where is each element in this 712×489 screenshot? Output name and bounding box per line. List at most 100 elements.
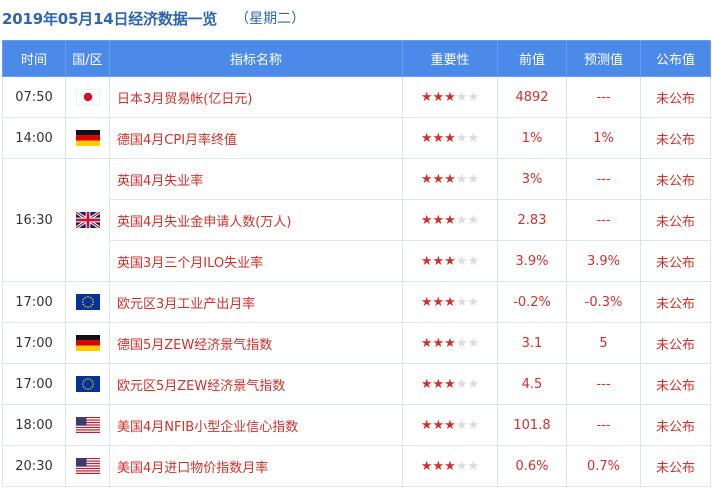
star-filled-icon: ★ xyxy=(432,417,445,433)
region-cell xyxy=(65,281,110,323)
germany-flag-icon xyxy=(75,130,100,146)
forecast-value: 1% xyxy=(566,117,641,159)
importance-rating: ★★★★★ xyxy=(402,445,498,487)
time-cell: 14:00 xyxy=(2,117,66,159)
star-empty-icon: ★ xyxy=(467,171,480,187)
uk-flag-icon xyxy=(74,210,101,230)
region-cell xyxy=(65,322,110,364)
star-filled-icon: ★ xyxy=(432,171,445,187)
importance-rating: ★★★★★ xyxy=(402,404,498,446)
table-header-row: 时间 国/区 指标名称 重要性 前值 预测值 公布值 xyxy=(2,40,711,77)
star-empty-icon: ★ xyxy=(467,253,480,269)
star-filled-icon: ★ xyxy=(432,376,445,392)
column-header-region: 国/区 xyxy=(65,40,110,77)
star-filled-icon: ★ xyxy=(432,130,445,146)
region-cell xyxy=(65,76,110,118)
title-bar: 2019年05月14日经济数据一览 （星期二） xyxy=(2,0,710,36)
indicator-name[interactable]: 英国4月失业率 xyxy=(109,158,403,200)
previous-value: 2.83 xyxy=(497,199,567,241)
star-filled-icon: ★ xyxy=(444,89,456,105)
star-filled-icon: ★ xyxy=(420,294,433,310)
forecast-value: --- xyxy=(566,363,641,405)
column-header-previous: 前值 xyxy=(497,40,567,77)
eu-flag-icon xyxy=(75,376,100,392)
forecast-value: --- xyxy=(566,199,641,241)
star-filled-icon: ★ xyxy=(420,171,433,187)
actual-value: 未公布 xyxy=(640,363,711,405)
star-filled-icon: ★ xyxy=(444,212,456,228)
star-empty-icon: ★ xyxy=(455,294,468,310)
table-row: 英国3月三个月ILO失业率 ★★★★★ 3.9% 3.9% 未公布 xyxy=(3,240,711,282)
star-empty-icon: ★ xyxy=(455,417,468,433)
previous-value: 101.8 xyxy=(497,404,567,446)
forecast-value: 5 xyxy=(566,322,641,364)
region-cell xyxy=(65,404,110,446)
star-filled-icon: ★ xyxy=(432,212,445,228)
star-filled-icon: ★ xyxy=(444,130,456,146)
time-cell: 18:00 xyxy=(2,404,66,446)
star-empty-icon: ★ xyxy=(455,335,468,351)
star-filled-icon: ★ xyxy=(420,376,433,392)
column-header-importance: 重要性 xyxy=(402,40,498,77)
star-empty-icon: ★ xyxy=(455,376,468,392)
star-filled-icon: ★ xyxy=(420,89,433,105)
time-cell: 16:30 xyxy=(2,158,66,282)
importance-rating: ★★★★★ xyxy=(402,76,498,118)
indicator-name[interactable]: 德国5月ZEW经济景气指数 xyxy=(109,322,403,364)
column-header-indicator: 指标名称 xyxy=(109,40,403,77)
usa-flag-icon xyxy=(75,417,100,433)
star-empty-icon: ★ xyxy=(455,458,468,474)
star-filled-icon: ★ xyxy=(420,335,433,351)
time-cell: 07:50 xyxy=(2,76,66,118)
weekday-label: （星期二） xyxy=(235,11,306,27)
importance-rating: ★★★★★ xyxy=(402,363,498,405)
star-filled-icon: ★ xyxy=(432,253,445,269)
indicator-name[interactable]: 欧元区3月工业产出月率 xyxy=(109,281,403,323)
star-filled-icon: ★ xyxy=(444,253,456,269)
previous-value: 3.1 xyxy=(497,322,567,364)
previous-value: 0.6% xyxy=(497,445,567,487)
star-empty-icon: ★ xyxy=(455,253,468,269)
previous-value: 3.9% xyxy=(497,240,567,282)
indicator-name[interactable]: 英国3月三个月ILO失业率 xyxy=(109,240,403,282)
star-filled-icon: ★ xyxy=(432,335,445,351)
indicator-name[interactable]: 美国4月进口物价指数月率 xyxy=(109,445,403,487)
forecast-value: --- xyxy=(566,404,641,446)
indicator-name[interactable]: 英国4月失业金申请人数(万人) xyxy=(109,199,403,241)
forecast-value: -0.3% xyxy=(566,281,641,323)
star-filled-icon: ★ xyxy=(444,335,456,351)
region-cell xyxy=(65,117,110,159)
importance-rating: ★★★★★ xyxy=(402,158,498,200)
forecast-value: 3.9% xyxy=(566,240,641,282)
time-cell: 20:30 xyxy=(2,445,66,487)
time-cell: 17:00 xyxy=(2,363,66,405)
page-title: 2019年05月14日经济数据一览 xyxy=(2,9,218,28)
indicator-name[interactable]: 欧元区5月ZEW经济景气指数 xyxy=(109,363,403,405)
previous-value: 1% xyxy=(497,117,567,159)
previous-value: 4892 xyxy=(497,76,567,118)
star-empty-icon: ★ xyxy=(455,130,468,146)
japan-flag-icon xyxy=(75,88,100,106)
table-row: 英国4月失业金申请人数(万人) ★★★★★ 2.83 --- 未公布 xyxy=(3,199,711,241)
eu-flag-icon xyxy=(75,294,100,310)
star-empty-icon: ★ xyxy=(467,376,480,392)
star-filled-icon: ★ xyxy=(420,458,433,474)
indicator-name[interactable]: 美国4月NFIB小型企业信心指数 xyxy=(109,404,403,446)
star-filled-icon: ★ xyxy=(444,376,456,392)
indicator-name[interactable]: 德国4月CPI月率终值 xyxy=(109,117,403,159)
actual-value: 未公布 xyxy=(640,322,711,364)
star-empty-icon: ★ xyxy=(467,89,480,105)
economic-calendar-page: 2019年05月14日经济数据一览 （星期二） 时间 国/区 指标名称 重要性 … xyxy=(0,0,712,489)
star-empty-icon: ★ xyxy=(467,294,480,310)
germany-flag-icon xyxy=(75,335,100,351)
previous-value: 3% xyxy=(497,158,567,200)
star-filled-icon: ★ xyxy=(432,294,445,310)
indicator-name[interactable]: 日本3月贸易帐(亿日元) xyxy=(109,76,403,118)
region-cell xyxy=(65,445,110,487)
table-body: 07:50 日本3月贸易帐(亿日元) ★★★★★ 4892 --- 未公布 14:00 德国4… xyxy=(2,76,711,487)
actual-value: 未公布 xyxy=(640,281,711,323)
column-header-forecast: 预测值 xyxy=(566,40,641,77)
forecast-value: --- xyxy=(566,76,641,118)
importance-rating: ★★★★★ xyxy=(402,117,498,159)
importance-rating: ★★★★★ xyxy=(402,322,498,364)
